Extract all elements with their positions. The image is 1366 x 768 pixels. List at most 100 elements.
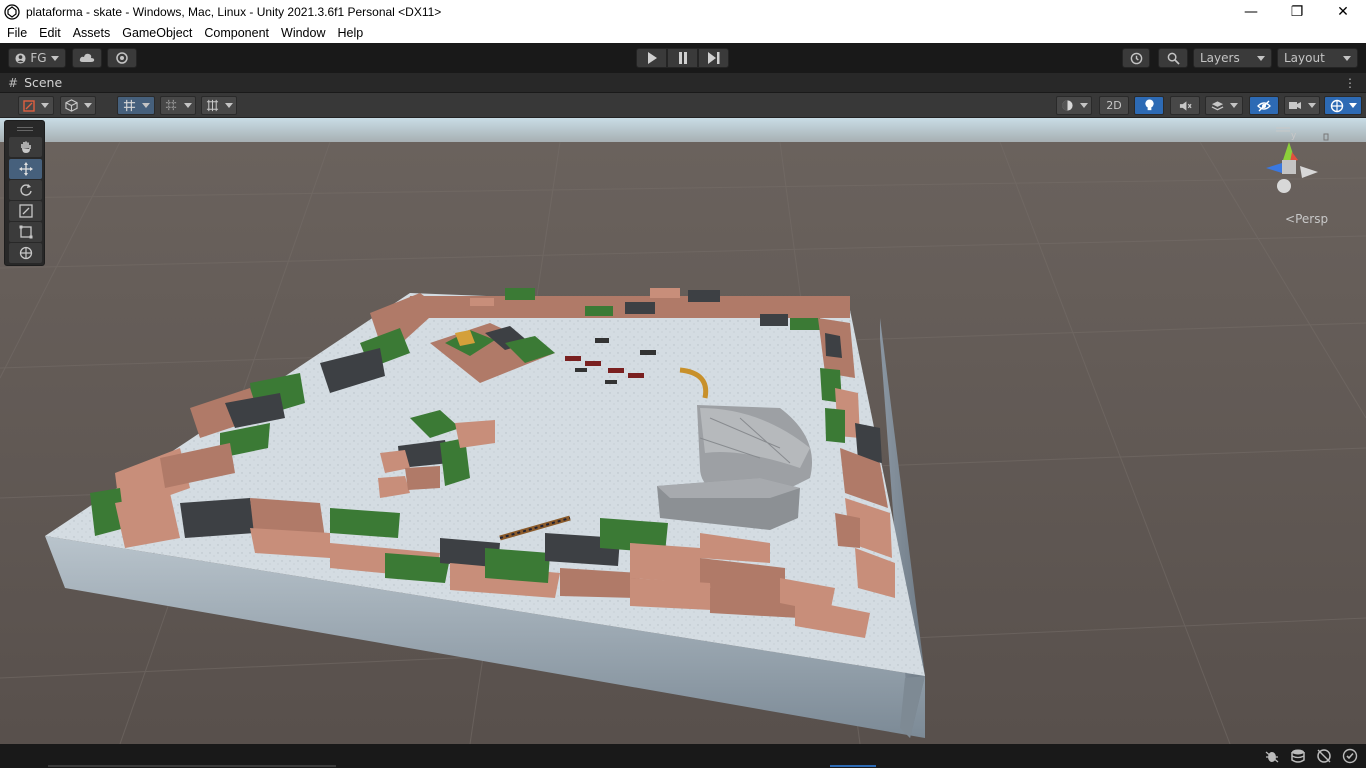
- layers-dropdown[interactable]: Layers: [1193, 48, 1272, 68]
- lock-icon[interactable]: [1323, 133, 1329, 141]
- grid-snap-icon: [123, 99, 135, 112]
- cloud-button[interactable]: [72, 48, 102, 68]
- rotate-icon: [19, 184, 32, 196]
- move-icon: [18, 162, 33, 176]
- menu-file[interactable]: File: [2, 26, 32, 40]
- chevron-down-icon: [41, 103, 49, 108]
- gizmo-x-arrow[interactable]: [1300, 166, 1318, 178]
- pause-icon: [678, 52, 687, 64]
- undo-history-button[interactable]: [1122, 48, 1150, 68]
- camera-icon: [1289, 102, 1301, 109]
- step-icon: [707, 52, 719, 64]
- menu-window[interactable]: Window: [276, 26, 330, 40]
- gizmo-z-arrow[interactable]: [1266, 163, 1282, 173]
- maximize-button[interactable]: ❐: [1274, 0, 1320, 23]
- chevron-down-icon: [50, 55, 59, 61]
- minimize-button[interactable]: —: [1228, 0, 1274, 23]
- chevron-down-icon: [1343, 55, 1351, 61]
- grid-icon: [206, 99, 218, 112]
- scale-icon: [18, 204, 33, 218]
- auto-refresh-icon[interactable]: [1316, 748, 1332, 764]
- status-scrollbar: [48, 765, 336, 767]
- check-circle-icon[interactable]: [1342, 748, 1358, 764]
- hand-icon: [20, 141, 31, 153]
- hand-tool-button[interactable]: [9, 137, 42, 157]
- shading-dropdown[interactable]: [1056, 96, 1092, 115]
- collab-button[interactable]: [107, 48, 137, 68]
- draw-mode-dropdown[interactable]: [18, 96, 54, 115]
- effects-dropdown[interactable]: [1205, 96, 1243, 115]
- rotate-tool-button[interactable]: [9, 180, 42, 200]
- hidden-eye-icon: [1257, 100, 1271, 111]
- chevron-down-icon: [1257, 55, 1265, 61]
- lighting-toggle[interactable]: [1134, 96, 1164, 115]
- increment-snap-dropdown[interactable]: [160, 96, 196, 115]
- play-button[interactable]: [636, 48, 667, 68]
- scene-visibility-toggle[interactable]: [1249, 96, 1279, 115]
- collab-icon: [116, 52, 128, 64]
- grid-snapping-toggle[interactable]: [117, 96, 155, 115]
- move-tool-button[interactable]: [9, 159, 42, 179]
- database-icon[interactable]: [1290, 748, 1306, 764]
- gizmo-object-dropdown[interactable]: [60, 96, 96, 115]
- cube-icon: [64, 99, 78, 112]
- toggle-2d-label: 2D: [1106, 99, 1122, 112]
- menu-help[interactable]: Help: [332, 26, 368, 40]
- chevron-down-icon: [1308, 103, 1316, 108]
- audio-toggle[interactable]: [1170, 96, 1200, 115]
- toolbar-grip: [4, 96, 7, 115]
- layout-label: Layout: [1284, 51, 1325, 65]
- projection-toggle[interactable]: <Persp: [1285, 212, 1328, 226]
- menu-edit[interactable]: Edit: [34, 26, 66, 40]
- toggle-2d-button[interactable]: 2D: [1099, 96, 1129, 115]
- menu-assets[interactable]: Assets: [68, 26, 116, 40]
- lightbulb-icon: [1144, 99, 1154, 111]
- grid-visibility-dropdown[interactable]: [201, 96, 237, 115]
- transform-icon: [19, 246, 32, 260]
- audio-muted-icon: [1179, 100, 1192, 111]
- projection-label: Persp: [1295, 212, 1329, 226]
- scene-render[interactable]: [0, 118, 1366, 744]
- chevron-down-icon: [224, 103, 233, 108]
- menu-gameobject[interactable]: GameObject: [117, 26, 197, 40]
- scene-grid-icon: #: [8, 75, 19, 90]
- sphere-shading-icon: [1061, 100, 1073, 111]
- step-button[interactable]: [698, 48, 729, 68]
- layout-dropdown[interactable]: Layout: [1277, 48, 1358, 68]
- tab-scene[interactable]: Scene: [24, 75, 62, 90]
- gizmo-center-cube[interactable]: [1282, 160, 1296, 174]
- play-icon: [647, 52, 657, 64]
- scene-viewport[interactable]: [0, 118, 1366, 744]
- menu-bar: File Edit Assets GameObject Component Wi…: [0, 23, 1366, 43]
- scene-toolbar: 2D: [0, 93, 1366, 118]
- camera-dropdown[interactable]: [1284, 96, 1320, 115]
- menu-component[interactable]: Component: [199, 26, 274, 40]
- more-options-icon[interactable]: ⋮: [1344, 76, 1356, 90]
- layers-effects-icon: [1211, 100, 1223, 110]
- bug-icon[interactable]: [1264, 748, 1280, 764]
- window-title: plataforma - skate - Windows, Mac, Linux…: [26, 4, 442, 19]
- scale-tool-button[interactable]: [9, 201, 42, 221]
- persp-icon: <: [1285, 212, 1296, 226]
- account-icon: [15, 52, 26, 64]
- close-button[interactable]: ✕: [1320, 0, 1366, 23]
- pause-button[interactable]: [667, 48, 698, 68]
- account-dropdown[interactable]: FG: [8, 48, 66, 68]
- chevron-down-icon: [1229, 103, 1238, 108]
- snap-increment-icon: [165, 99, 177, 112]
- account-label: FG: [30, 51, 47, 65]
- main-toolbar: FG Layers Layout: [0, 43, 1366, 73]
- tool-palette: [4, 120, 45, 266]
- rect-transform-icon: [19, 225, 32, 239]
- search-button[interactable]: [1158, 48, 1188, 68]
- chevron-down-icon: [141, 103, 150, 108]
- gizmos-dropdown[interactable]: [1324, 96, 1362, 115]
- transform-tool-button[interactable]: [9, 243, 42, 263]
- chevron-down-icon: [1079, 103, 1088, 108]
- search-icon: [1167, 52, 1180, 65]
- gizmo-y-neg[interactable]: [1277, 179, 1291, 193]
- scene-tab-bar: # Scene ⋮: [0, 73, 1366, 93]
- chevron-down-icon: [1348, 103, 1357, 108]
- chevron-down-icon: [83, 103, 92, 108]
- rect-tool-button[interactable]: [9, 222, 42, 242]
